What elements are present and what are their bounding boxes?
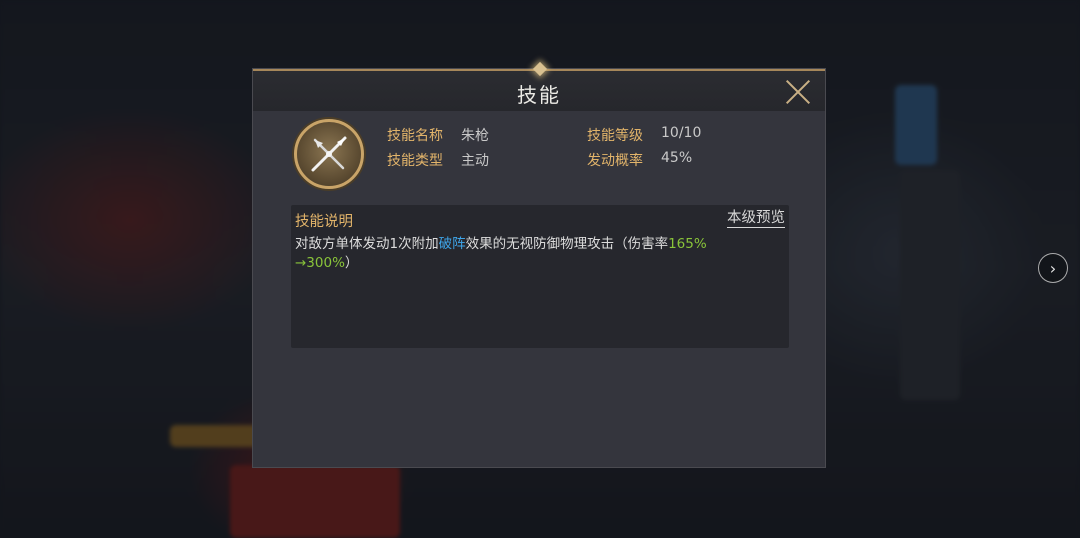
chevron-right-icon: › [1049, 258, 1057, 278]
description-text: 对敌方单体发动1次附加破阵效果的无视防御物理攻击（伤害率165% →300%） [295, 235, 777, 273]
skill-level-value: 10/10 [661, 125, 702, 141]
damage-rate-max: →300% [295, 255, 345, 271]
skill-level-label: 技能等级 [587, 128, 643, 144]
skill-name-value: 朱枪 [461, 128, 489, 144]
skill-type-label: 技能类型 [387, 153, 443, 169]
skill-chance-value: 45% [661, 150, 693, 166]
description-text-part2: 效果的无视防御物理攻击（伤害率 [465, 236, 669, 252]
dialog-header: 技能 [253, 61, 825, 111]
next-page-button[interactable]: › [1038, 253, 1068, 283]
skill-chance-label: 发动概率 [587, 153, 643, 169]
description-text-part1: 对敌方单体发动1次附加 [295, 236, 439, 252]
dialog-title: 技能 [517, 83, 561, 107]
crossed-spears-icon [311, 136, 347, 172]
close-button[interactable] [785, 79, 811, 105]
skill-description-box: 技能说明 本级预览 对敌方单体发动1次附加破阵效果的无视防御物理攻击（伤害率16… [291, 205, 789, 348]
skill-type-value: 主动 [461, 153, 489, 169]
skill-icon [294, 119, 364, 189]
description-keyword: 破阵 [438, 236, 466, 252]
level-preview-link[interactable]: 本级预览 [727, 209, 785, 228]
damage-rate-current: 165% [668, 236, 707, 252]
description-text-part3: ） [344, 255, 359, 271]
description-title: 技能说明 [295, 214, 353, 230]
skill-name-label: 技能名称 [387, 128, 443, 144]
skill-dialog: 技能 技能名称 朱枪 技能等级 10/10 技能类型 主动 发动概率 45% 技… [252, 61, 826, 468]
